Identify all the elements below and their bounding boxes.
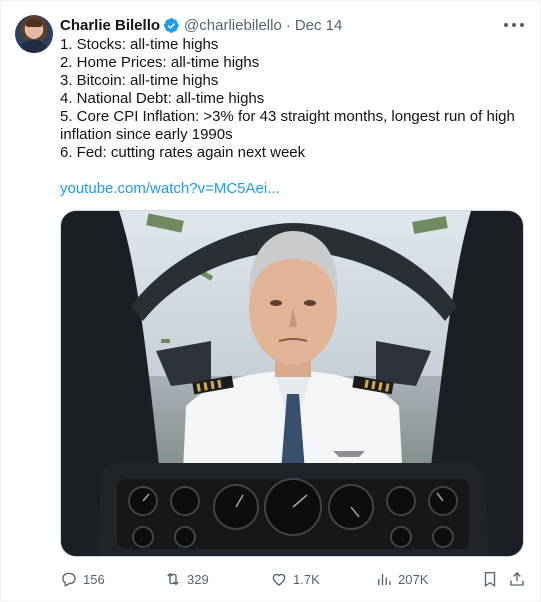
separator-dot: · — [285, 16, 291, 34]
tweet-text: 1. Stocks: all-time highs 2. Home Prices… — [60, 36, 530, 162]
like-button[interactable]: 1.7K — [270, 568, 320, 590]
tweet-line: 4. National Debt: all-time highs — [60, 90, 265, 107]
retweet-icon — [167, 572, 179, 586]
tweet-line: 3. Bitcoin: all-time highs — [60, 72, 219, 89]
tweet-card[interactable]: Charlie Bilello @charliebilello · Dec 14… — [0, 0, 541, 602]
reply-button[interactable]: 156 — [60, 568, 105, 590]
tweet-line: 5. Core CPI Inflation: >3% for 43 straig… — [60, 108, 515, 143]
tweet-date[interactable]: Dec 14 — [295, 17, 343, 34]
tweet-line: 1. Stocks: all-time highs — [60, 36, 219, 53]
tweet-line: 6. Fed: cutting rates again next week — [60, 144, 306, 161]
avatar[interactable] — [15, 15, 53, 53]
views-icon — [378, 573, 391, 585]
tweet-line: 2. Home Prices: all-time highs — [60, 54, 260, 71]
tweet-header: Charlie Bilello @charliebilello · Dec 14 — [60, 15, 342, 35]
views-count: 207K — [398, 571, 429, 587]
more-icon[interactable] — [504, 17, 524, 33]
tweet-actions: 156 329 1.7K 207K — [60, 568, 530, 590]
retweet-button[interactable]: 329 — [164, 568, 209, 590]
bookmark-icon — [484, 571, 496, 588]
verified-badge-icon — [163, 17, 179, 33]
tweet-link[interactable]: youtube.com/watch?v=MC5Aei... — [60, 180, 280, 198]
cockpit-image — [61, 211, 523, 556]
like-count: 1.7K — [293, 571, 320, 587]
author-handle[interactable]: @charliebilello — [184, 17, 282, 34]
tweet-image[interactable] — [60, 210, 524, 557]
bookmark-button[interactable] — [481, 568, 499, 590]
author-name[interactable]: Charlie Bilello — [60, 17, 160, 34]
views-button[interactable]: 207K — [375, 568, 428, 590]
reply-count: 156 — [83, 571, 105, 587]
share-button[interactable] — [508, 568, 526, 590]
share-icon — [510, 572, 524, 586]
reply-icon — [62, 572, 76, 587]
heart-icon — [272, 573, 286, 586]
retweet-count: 329 — [187, 571, 209, 587]
